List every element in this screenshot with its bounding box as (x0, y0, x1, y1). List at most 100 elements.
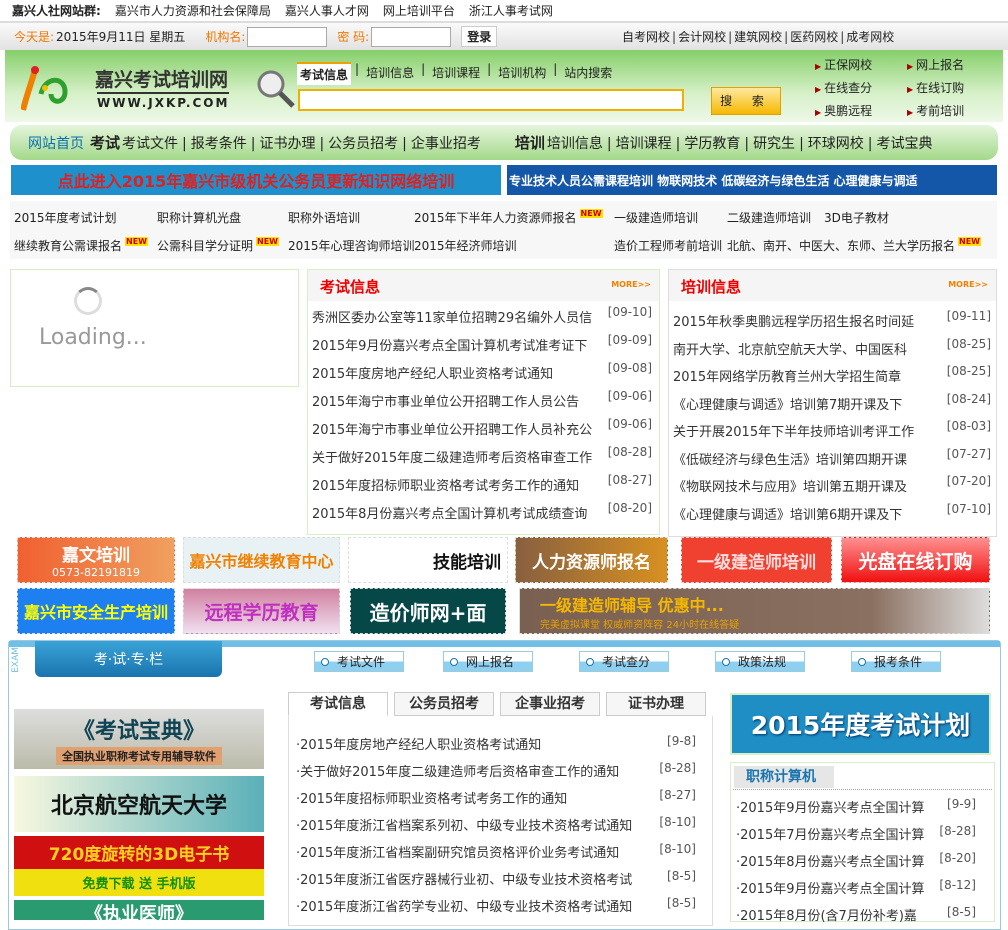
link-item[interactable]: 公需科目学分证明 (157, 239, 253, 253)
tab-enterprise[interactable]: 企事业招考 (500, 692, 600, 716)
news-item[interactable]: ·2015年度浙江省档案副研究馆员资格评价业务考试通知 [8-10] (296, 842, 696, 861)
nav-item[interactable]: 企事业招考 (398, 133, 481, 153)
ad-distance-edu[interactable]: 远程学历教育 (183, 588, 340, 634)
quick-link[interactable]: 考前培训 (907, 102, 999, 119)
news-item[interactable]: ·2015年8月份嘉兴考点全国计算 [8-20] (736, 851, 976, 870)
search-tab-course[interactable]: 培训课程 (429, 62, 483, 85)
link-item[interactable]: 3D电子教材 (824, 209, 889, 226)
quick-link[interactable]: 在线查分 (815, 79, 907, 96)
tab-certificate[interactable]: 证书办理 (606, 692, 706, 716)
nav-home[interactable]: 网站首页 (28, 133, 84, 153)
exam-guide-image[interactable]: 《考试宝典》 全国执业职称考试专用辅导软件 (14, 709, 264, 769)
news-item[interactable]: 2015年度招标师职业资格考试考务工作的通知 [08-27] (312, 473, 652, 494)
nav-item[interactable]: 报考条件 (178, 133, 247, 153)
news-item[interactable]: 2015年海宁市事业单位公开招聘工作人员补充公 [09-06] (312, 417, 652, 438)
site-link[interactable]: 浙江人事考试网 (469, 2, 553, 19)
search-button[interactable]: 搜 索 (711, 87, 781, 115)
search-tab-exam[interactable]: 考试信息 (297, 62, 352, 85)
school-link[interactable]: 成考网校 (838, 28, 894, 45)
news-item[interactable]: ·关于做好2015年度二级建造师考后资格审查工作的通知 [8-28] (296, 761, 696, 780)
exam-button[interactable]: 报考条件 (851, 651, 941, 672)
news-item[interactable]: ·2015年9月份嘉兴考点全国计算 [8-12] (736, 878, 976, 897)
nav-item[interactable]: 研究生 (740, 133, 795, 153)
ad-continuing-education[interactable]: 嘉兴市继续教育中心 (183, 537, 340, 583)
news-item[interactable]: 2015年网络学历教育兰州大学招生简章 [08-25] (673, 364, 991, 385)
link-item[interactable]: 继续教育公需课报名 (14, 239, 122, 253)
exam-button[interactable]: 考试查分 (579, 651, 669, 672)
news-item[interactable]: 关于开展2015年下半年技师培训考评工作 [08-03] (673, 419, 991, 440)
tab-civil-servant[interactable]: 公务员招考 (394, 692, 494, 716)
nav-item[interactable]: 考试宝典 (864, 133, 933, 153)
news-item[interactable]: ·2015年8月份(含7月份补考)嘉 [8-5] (736, 905, 976, 924)
news-item[interactable]: ·2015年9月份嘉兴考点全国计算 [9-9] (736, 797, 976, 816)
news-item[interactable]: 《物联网技术与应用》培训第五期开课及 [07-20] (673, 474, 991, 495)
news-item[interactable]: ·2015年度浙江省档案系列初、中级专业技术资格考试通知 [8-10] (296, 815, 696, 834)
news-item[interactable]: 《心理健康与调适》培训第7期开课及下 [08-24] (673, 392, 991, 413)
news-item[interactable]: 2015年9月份嘉兴考点全国计算机考试准考证下 [09-09] (312, 333, 652, 354)
nav-item[interactable]: 培训课程 (603, 133, 672, 153)
exam-plan-banner[interactable]: 2015年度考试计划 (730, 693, 991, 755)
search-tab-site[interactable]: 站内搜索 (561, 62, 615, 85)
link-item[interactable]: 2015年度考试计划 (14, 209, 117, 226)
quick-link[interactable]: 正保网校 (815, 56, 907, 73)
news-item[interactable]: 2015年8月份嘉兴考点全国计算机考试成绩查询 [08-20] (312, 501, 652, 522)
more-link[interactable]: MORE>> (948, 280, 988, 289)
tab-exam-info[interactable]: 考试信息 (288, 692, 388, 716)
news-item[interactable]: 关于做好2015年度二级建造师考后资格审查工作 [08-28] (312, 445, 652, 466)
quick-link[interactable]: 奥鹏远程 (815, 102, 907, 119)
link-item[interactable]: 北航、南开、中医大、东师、兰大学历报名 (727, 239, 955, 253)
news-item[interactable]: ·2015年度房地产经纪人职业资格考试通知 [9-8] (296, 734, 696, 753)
ad-jiawen[interactable]: 嘉文培训 0573-82191819 (17, 537, 175, 583)
exam-button[interactable]: 考试文件 (314, 651, 404, 672)
nav-item[interactable]: 培训信息 (547, 133, 603, 153)
school-link[interactable]: 自考网校 (622, 28, 670, 45)
link-item[interactable]: 职称计算机光盘 (157, 209, 241, 226)
news-item[interactable]: ·2015年度招标师职业资格考试考务工作的通知 [8-27] (296, 788, 696, 807)
school-link[interactable]: 建筑网校 (726, 28, 782, 45)
password-input[interactable] (371, 26, 452, 47)
link-item[interactable]: 2015年经济师培训 (414, 237, 517, 254)
link-item[interactable]: 2015年心理咨询师培训 (288, 237, 415, 254)
ad-safety[interactable]: 嘉兴市安全生产培训 (17, 588, 175, 634)
site-link[interactable]: 嘉兴市人力资源和社会保障局 (115, 2, 271, 19)
quick-link[interactable]: 在线订购 (907, 79, 999, 96)
news-item[interactable]: 2015年秋季奥鹏远程学历招生报名时间延 [09-11] (673, 309, 991, 330)
news-item[interactable]: 《心理健康与调适》培训第6期开课及下 [07-10] (673, 502, 991, 523)
ad-constructor[interactable]: 一级建造师培训 (681, 537, 832, 583)
link-item[interactable]: 职称外语培训 (288, 209, 360, 226)
logo-icon[interactable] (21, 64, 71, 114)
buaa-image[interactable]: 北京航空航天大学 (14, 776, 264, 832)
ebook-image[interactable]: 720度旋转的3D电子书 免费下载 送 手机版 (14, 836, 264, 896)
exam-button[interactable]: 政策法规 (715, 651, 805, 672)
exam-button[interactable]: 网上报名 (443, 651, 533, 672)
link-item[interactable]: 2015年下半年人力资源师报名 (414, 211, 577, 225)
news-item[interactable]: 《低碳经济与绿色生活》培训第四期开课 [07-27] (673, 447, 991, 468)
ad-constructor-tutoring[interactable]: 一级建造师辅导 优惠中... 完美虚拟课堂 权威师资阵容 24小时在线答疑 (519, 588, 990, 634)
nav-item[interactable]: 学历教育 (672, 133, 740, 153)
news-item[interactable]: ·2015年7月份嘉兴考点全国计算 [8-28] (736, 824, 976, 843)
link-item[interactable]: 造价工程师考前培训 (614, 237, 722, 254)
search-tab-training[interactable]: 培训信息 (363, 62, 417, 85)
site-link[interactable]: 网上培训平台 (383, 2, 455, 19)
login-button[interactable]: 登录 (461, 26, 498, 47)
ad-cd-order[interactable]: 光盘在线订购 (841, 537, 990, 583)
search-tab-org[interactable]: 培训机构 (495, 62, 549, 85)
ad-hr[interactable]: 人力资源师报名 (515, 537, 668, 583)
nav-item[interactable]: 考试文件 (122, 133, 178, 153)
more-link[interactable]: MORE>> (611, 280, 651, 289)
news-item[interactable]: 2015年海宁市事业单位公开招聘工作人员公告 [09-06] (312, 389, 652, 410)
public-course-banner[interactable]: 专业技术人员公需课程培训 物联网技术 低碳经济与绿色生活 心理健康与调适 (507, 165, 997, 195)
link-item[interactable]: 二级建造师培训 (727, 209, 811, 226)
org-input[interactable] (247, 26, 328, 47)
link-item[interactable]: 一级建造师培训 (614, 209, 698, 226)
ad-cost-engineer[interactable]: 造价师网+面 (350, 588, 506, 634)
news-item[interactable]: ·2015年度浙江省医疗器械行业初、中级专业技术资格考试 [8-5] (296, 869, 696, 888)
news-item[interactable]: 南开大学、北京航空航天大学、中国医科 [08-25] (673, 337, 991, 358)
news-item[interactable]: 2015年度房地产经纪人职业资格考试通知 [09-08] (312, 361, 652, 382)
news-item[interactable]: 秀洲区委办公室等11家单位招聘29名编外人员信 [09-10] (312, 305, 652, 326)
ad-skills[interactable]: 技能培训 (348, 537, 508, 583)
site-link[interactable]: 嘉兴人事人才网 (285, 2, 369, 19)
civil-servant-training-banner[interactable]: 点此进入2015年嘉兴市级机关公务员更新知识网络培训 (11, 165, 501, 195)
nav-item[interactable]: 环球网校 (795, 133, 864, 153)
quick-link[interactable]: 网上报名 (907, 56, 999, 73)
